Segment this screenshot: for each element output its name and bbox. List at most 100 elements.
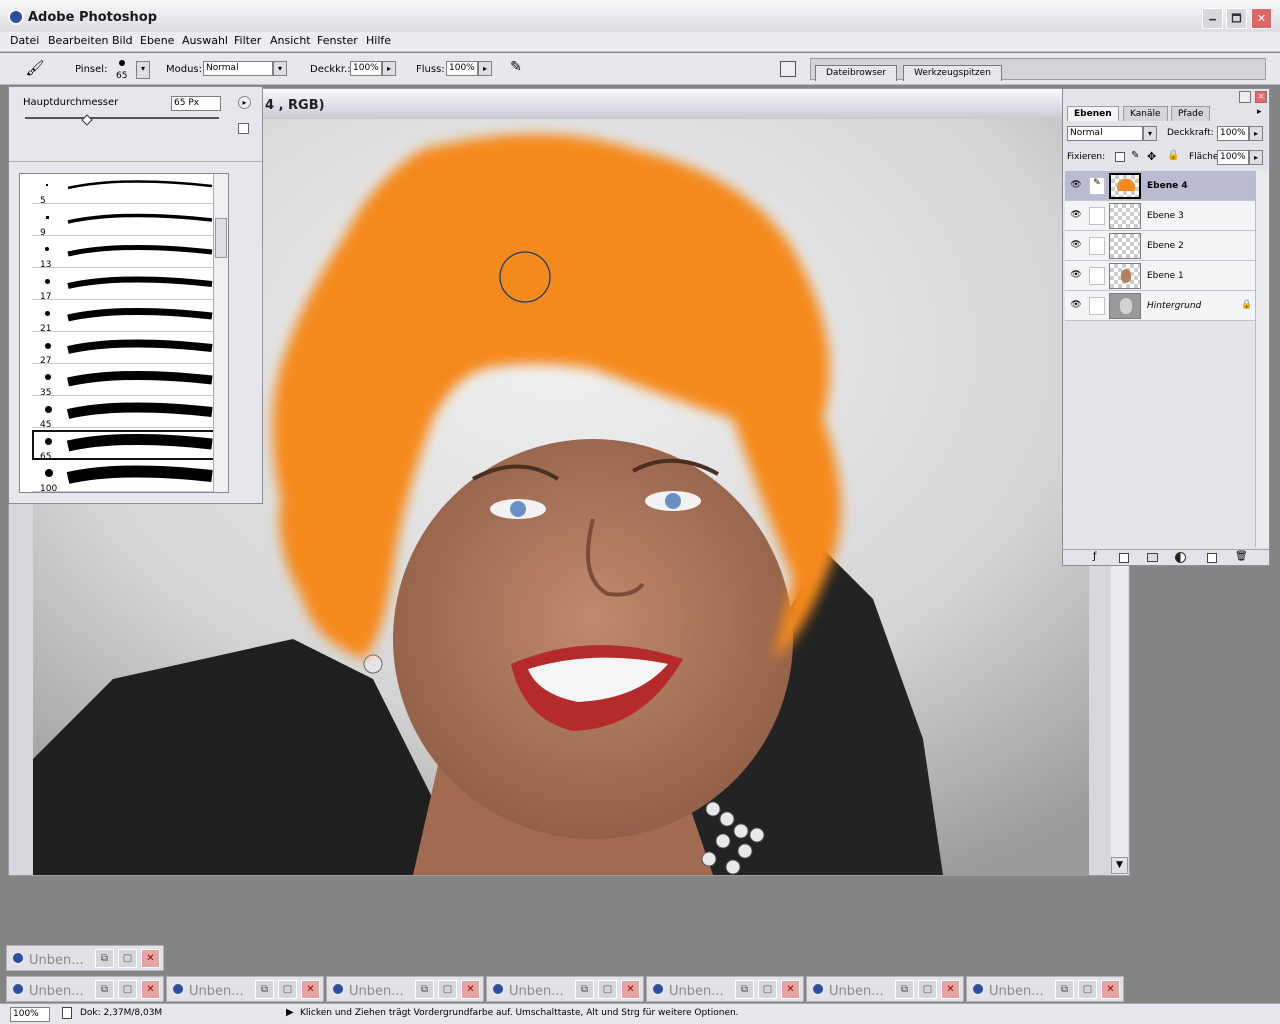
maximize-icon[interactable]: ▢ bbox=[118, 949, 137, 968]
close-icon[interactable]: ✕ bbox=[781, 980, 800, 999]
fill-field[interactable]: 100% bbox=[1217, 150, 1249, 165]
minimized-window[interactable]: Unben... ⧉ ▢ ✕ bbox=[326, 976, 484, 1002]
maximize-icon[interactable]: ▢ bbox=[758, 980, 777, 999]
add-mask-icon[interactable] bbox=[1119, 553, 1129, 563]
minimized-window[interactable]: Unben... ⧉ ▢ ✕ bbox=[166, 976, 324, 1002]
flow-arrow-icon[interactable]: ▸ bbox=[478, 61, 492, 76]
maximize-icon[interactable]: ▢ bbox=[1078, 980, 1097, 999]
diameter-slider[interactable] bbox=[25, 114, 219, 126]
doc-info-icon[interactable] bbox=[62, 1007, 72, 1019]
menu-ansicht[interactable]: Ansicht bbox=[270, 34, 311, 47]
close-button[interactable]: ✕ bbox=[1251, 8, 1272, 29]
tab-layers[interactable]: Ebenen bbox=[1067, 106, 1119, 121]
maximize-icon[interactable]: ▢ bbox=[438, 980, 457, 999]
brush-picker-dropdown[interactable]: ▾ bbox=[136, 61, 150, 79]
close-icon[interactable]: ✕ bbox=[941, 980, 960, 999]
visibility-eye-icon[interactable]: 👁 bbox=[1069, 300, 1083, 310]
visibility-eye-icon[interactable]: 👁 bbox=[1069, 270, 1083, 280]
trash-icon[interactable]: 🗑 bbox=[1235, 551, 1248, 562]
adjustment-layer-icon[interactable] bbox=[1175, 552, 1186, 563]
scroll-down-icon[interactable]: ▼ bbox=[1111, 857, 1128, 874]
minimized-window[interactable]: Unben... ⧉ ▢ ✕ bbox=[6, 976, 164, 1002]
brush-preset[interactable]: 45 bbox=[32, 398, 220, 430]
minimized-window[interactable]: Unben... ⧉ ▢ ✕ bbox=[806, 976, 964, 1002]
restore-icon[interactable]: ⧉ bbox=[1055, 980, 1074, 999]
zoom-field[interactable]: 100% bbox=[10, 1007, 50, 1022]
opacity-arrow-icon[interactable]: ▸ bbox=[382, 61, 396, 76]
close-icon[interactable]: ✕ bbox=[301, 980, 320, 999]
menu-bild[interactable]: Bild bbox=[112, 34, 133, 47]
visibility-eye-icon[interactable]: 👁 bbox=[1069, 210, 1083, 220]
maximize-icon[interactable]: ▢ bbox=[918, 980, 937, 999]
flow-field[interactable]: 100% bbox=[446, 61, 478, 76]
palette-well-icon[interactable] bbox=[780, 61, 796, 77]
link-box[interactable] bbox=[1089, 207, 1105, 225]
mode-dropdown-icon[interactable]: ▾ bbox=[273, 61, 287, 76]
link-box[interactable] bbox=[1089, 237, 1105, 255]
brush-link-icon[interactable]: ✎ bbox=[1089, 177, 1105, 195]
layer-row[interactable]: 👁 Ebene 2 bbox=[1065, 231, 1255, 261]
layer-style-icon[interactable]: ƒ bbox=[1093, 551, 1097, 562]
brush-preset[interactable]: 5 bbox=[32, 174, 220, 206]
layer-opacity-field[interactable]: 100% bbox=[1217, 126, 1249, 141]
restore-icon[interactable]: ⧉ bbox=[95, 949, 114, 968]
picker-menu-icon[interactable]: ▸ bbox=[238, 96, 251, 109]
status-arrow-icon[interactable]: ▶ bbox=[286, 1007, 294, 1018]
opacity-field[interactable]: 100% bbox=[350, 61, 382, 76]
create-preset-icon[interactable] bbox=[238, 123, 249, 134]
maximize-icon[interactable]: ▢ bbox=[598, 980, 617, 999]
tab-channels[interactable]: Kanäle bbox=[1123, 106, 1168, 121]
brush-preview[interactable]: 65 bbox=[110, 57, 134, 83]
visibility-eye-icon[interactable]: 👁 bbox=[1069, 240, 1083, 250]
brush-preset[interactable]: 17 bbox=[32, 270, 220, 302]
menu-auswahl[interactable]: Auswahl bbox=[182, 34, 228, 47]
lock-move-icon[interactable]: ✥ bbox=[1147, 150, 1156, 163]
palette-menu-icon[interactable]: ▸ bbox=[1257, 107, 1262, 117]
lock-transparency-icon[interactable] bbox=[1115, 152, 1125, 162]
palette-close-button[interactable]: ✕ bbox=[1255, 91, 1267, 103]
minimize-button[interactable]: 🗕 bbox=[1202, 8, 1223, 29]
link-box[interactable] bbox=[1089, 267, 1105, 285]
brush-tool-icon[interactable]: 🖌 bbox=[22, 59, 48, 79]
blend-mode-select[interactable]: Normal bbox=[1067, 126, 1143, 141]
layer-row[interactable]: 👁 Ebene 1 bbox=[1065, 261, 1255, 291]
lock-paint-icon[interactable]: ✎ bbox=[1131, 150, 1139, 161]
new-layer-icon[interactable] bbox=[1207, 553, 1217, 563]
brush-list-scrollbar[interactable] bbox=[213, 174, 228, 492]
restore-icon[interactable]: ⧉ bbox=[735, 980, 754, 999]
visibility-eye-icon[interactable]: 👁 bbox=[1069, 180, 1083, 190]
minimized-window[interactable]: Unben... ⧉ ▢ ✕ bbox=[486, 976, 644, 1002]
restore-icon[interactable]: ⧉ bbox=[415, 980, 434, 999]
menu-datei[interactable]: Datei bbox=[10, 34, 39, 47]
menu-filter[interactable]: Filter bbox=[234, 34, 261, 47]
lock-all-icon[interactable]: 🔒 bbox=[1167, 150, 1179, 161]
mode-select[interactable]: Normal bbox=[203, 61, 273, 76]
maximize-icon[interactable]: ▢ bbox=[118, 980, 137, 999]
brush-preset[interactable]: 35 bbox=[32, 366, 220, 398]
minimized-window[interactable]: Unben... ⧉ ▢ ✕ bbox=[966, 976, 1124, 1002]
restore-icon[interactable]: ⧉ bbox=[895, 980, 914, 999]
minimized-window[interactable]: Unben... ⧉ ▢ ✕ bbox=[646, 976, 804, 1002]
layer-opacity-arrow-icon[interactable]: ▸ bbox=[1249, 126, 1263, 141]
tab-brushes[interactable]: Werkzeugspitzen bbox=[903, 65, 1002, 81]
menu-fenster[interactable]: Fenster bbox=[317, 34, 358, 47]
close-icon[interactable]: ✕ bbox=[1101, 980, 1120, 999]
close-icon[interactable]: ✕ bbox=[141, 980, 160, 999]
layers-scrollbar[interactable] bbox=[1255, 171, 1269, 547]
link-box[interactable] bbox=[1089, 297, 1105, 315]
brush-preset[interactable]: 27 bbox=[32, 334, 220, 366]
layer-row[interactable]: 👁 Hintergrund 🔒 bbox=[1065, 291, 1255, 321]
scroll-thumb[interactable] bbox=[215, 218, 227, 258]
menu-ebene[interactable]: Ebene bbox=[140, 34, 174, 47]
minimized-window[interactable]: Unben... ⧉ ▢ ✕ bbox=[6, 945, 164, 971]
airbrush-icon[interactable]: ✎ bbox=[505, 59, 527, 79]
menu-hilfe[interactable]: Hilfe bbox=[366, 34, 391, 47]
layer-row[interactable]: 👁 ✎ Ebene 4 bbox=[1065, 171, 1255, 201]
close-icon[interactable]: ✕ bbox=[141, 949, 160, 968]
restore-icon[interactable]: ⧉ bbox=[255, 980, 274, 999]
blend-mode-dropdown-icon[interactable]: ▾ bbox=[1143, 126, 1157, 141]
close-icon[interactable]: ✕ bbox=[461, 980, 480, 999]
layer-row[interactable]: 👁 Ebene 3 bbox=[1065, 201, 1255, 231]
tab-paths[interactable]: Pfade bbox=[1171, 106, 1211, 121]
new-set-icon[interactable] bbox=[1147, 553, 1158, 562]
